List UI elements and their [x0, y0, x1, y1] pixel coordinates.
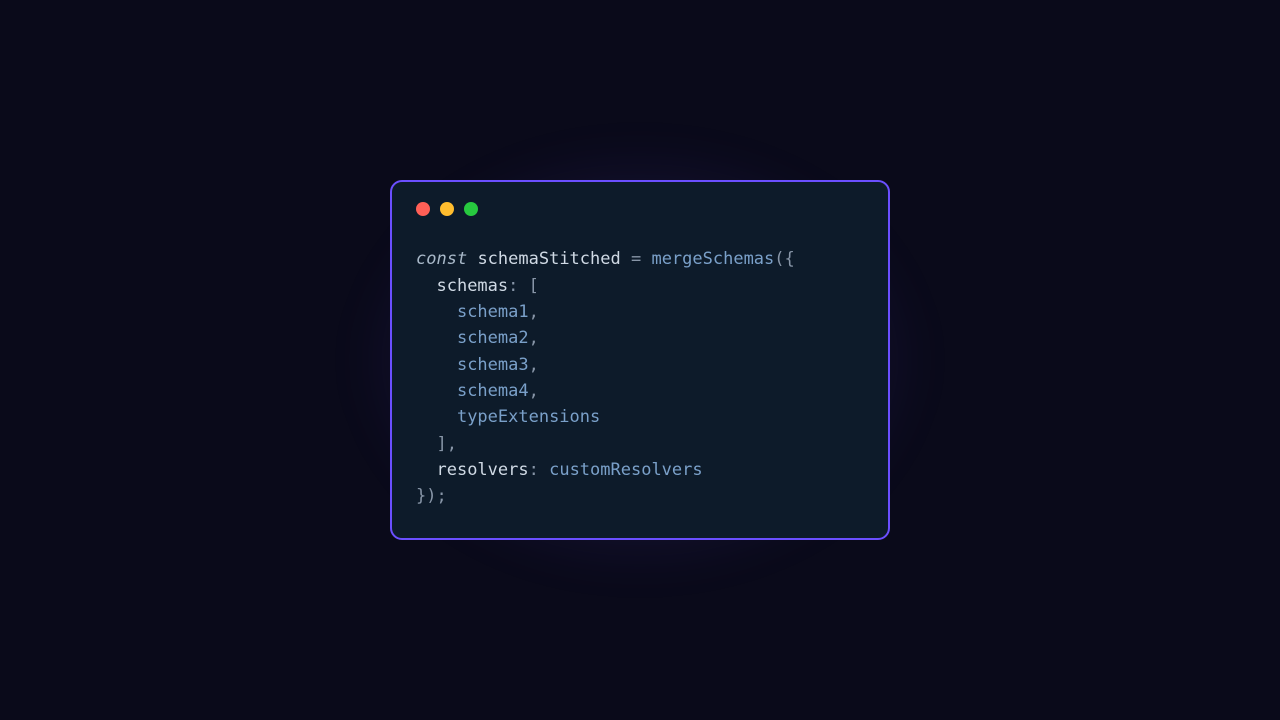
close-icon[interactable] [416, 202, 430, 216]
colon: : [529, 460, 549, 480]
minimize-icon[interactable] [440, 202, 454, 216]
schema-item: typeExtensions [457, 407, 600, 427]
schema-item: schema3 [457, 355, 529, 375]
code-block: const schemaStitched = mergeSchemas({ sc… [416, 246, 864, 509]
variable-name: schemaStitched [477, 249, 620, 269]
code-window: const schemaStitched = mergeSchemas({ sc… [390, 180, 890, 539]
close-brace: }); [416, 486, 447, 506]
open-brace: ({ [774, 249, 794, 269]
comma: , [529, 302, 539, 322]
schema-item: schema2 [457, 328, 529, 348]
comma: , [529, 328, 539, 348]
schema-item: schema4 [457, 381, 529, 401]
close-bracket: ], [436, 434, 456, 454]
maximize-icon[interactable] [464, 202, 478, 216]
window-controls [416, 202, 864, 216]
equals: = [621, 249, 652, 269]
schema-item: schema1 [457, 302, 529, 322]
function-name: mergeSchemas [651, 249, 774, 269]
prop-schemas: schemas [436, 276, 508, 296]
keyword-const: const [416, 249, 467, 269]
comma: , [529, 381, 539, 401]
prop-resolvers: resolvers [436, 460, 528, 480]
resolvers-value: customResolvers [549, 460, 703, 480]
comma: , [529, 355, 539, 375]
code-window-wrapper: const schemaStitched = mergeSchemas({ sc… [390, 180, 890, 539]
colon-bracket: : [ [508, 276, 539, 296]
